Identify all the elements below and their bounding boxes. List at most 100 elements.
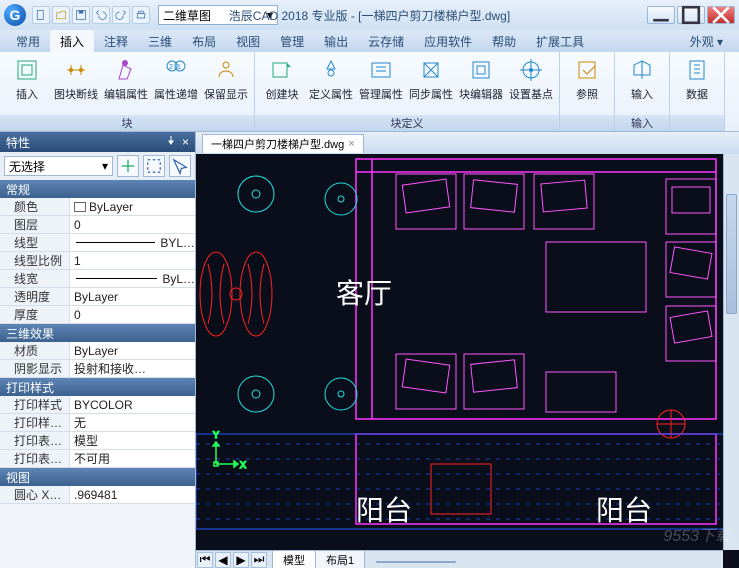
menu-tab-布局[interactable]: 布局 [182, 30, 226, 52]
props-section-常规[interactable]: 常规 [0, 180, 195, 198]
menu-tab-注释[interactable]: 注释 [94, 30, 138, 52]
ribbon-属性递增[interactable]: 21属性递增 [154, 56, 198, 102]
select-objects-icon[interactable] [143, 155, 165, 177]
app-icon[interactable]: G [4, 4, 26, 26]
document-tab[interactable]: 一梯四户剪刀楼梯户型.dwg × [202, 134, 364, 153]
ribbon: 插入图块断线编辑属性21属性递增保留显示块创建块定义属性管理属性同步属性块编辑器… [0, 52, 739, 132]
prop-row[interactable]: 打印表…模型 [0, 432, 195, 450]
prop-value[interactable]: .969481 [70, 486, 195, 503]
prop-key: 打印表… [0, 450, 70, 467]
properties-title: 特性 [6, 134, 30, 151]
scrollbar-thumb[interactable] [376, 561, 456, 563]
ribbon-icon [62, 56, 90, 84]
prop-value[interactable]: 0 [70, 216, 195, 233]
prop-row[interactable]: 阴影显示投射和接收… [0, 360, 195, 378]
menu-tab-外观[interactable]: 外观 ▾ [680, 30, 733, 52]
props-section-视图[interactable]: 视图 [0, 468, 195, 486]
prop-row[interactable]: 厚度0 [0, 306, 195, 324]
prop-row[interactable]: 打印样式BYCOLOR [0, 396, 195, 414]
scroll-first-icon[interactable]: ⏮ [197, 552, 213, 568]
toggle-pickadd-icon[interactable] [117, 155, 139, 177]
prop-row[interactable]: 材质ByLayer [0, 342, 195, 360]
ribbon-管理属性[interactable]: 管理属性 [359, 56, 403, 102]
ribbon-插入[interactable]: 插入 [6, 56, 48, 102]
props-section-三维效果[interactable]: 三维效果 [0, 324, 195, 342]
prop-row[interactable]: 颜色ByLayer [0, 198, 195, 216]
menu-tab-常用[interactable]: 常用 [6, 30, 50, 52]
prop-row[interactable]: 透明度ByLayer [0, 288, 195, 306]
panel-close-icon[interactable]: × [182, 135, 189, 149]
ribbon-保留显示[interactable]: 保留显示 [204, 56, 248, 102]
ribbon-icon [467, 56, 495, 84]
prop-value[interactable]: 1 [70, 252, 195, 269]
qat-undo-icon[interactable] [92, 6, 110, 24]
scroll-left-icon[interactable]: ◀ [215, 552, 231, 568]
ribbon-group-label: 块 [0, 115, 254, 131]
horizontal-scrollbar[interactable]: ⏮ ◀ ▶ ⏭ 模型布局1 [196, 550, 723, 568]
tab-close-icon[interactable]: × [348, 138, 354, 150]
ribbon-icon [112, 56, 140, 84]
maximize-button[interactable] [677, 6, 705, 24]
ribbon-块编辑器[interactable]: 块编辑器 [459, 56, 503, 102]
prop-value[interactable]: BYL… [70, 234, 195, 251]
prop-key: 图层 [0, 216, 70, 233]
prop-value[interactable]: ByLayer [70, 288, 195, 305]
selection-filter-select[interactable]: 无选择▾ [4, 156, 113, 176]
quick-select-icon[interactable] [169, 155, 191, 177]
qat-print-icon[interactable] [132, 6, 150, 24]
prop-value[interactable]: 模型 [70, 432, 195, 449]
ribbon-参照[interactable]: 参照 [566, 56, 608, 102]
prop-row[interactable]: 线型比例1 [0, 252, 195, 270]
menu-tab-帮助[interactable]: 帮助 [482, 30, 526, 52]
ribbon-icon [212, 56, 240, 84]
layout-tab-布局1[interactable]: 布局1 [315, 550, 365, 568]
minimize-button[interactable] [647, 6, 675, 24]
props-section-打印样式[interactable]: 打印样式 [0, 378, 195, 396]
menu-tab-云存储[interactable]: 云存储 [358, 30, 414, 52]
svg-text:2: 2 [169, 64, 173, 71]
scroll-right-icon[interactable]: ▶ [233, 552, 249, 568]
ribbon-同步属性[interactable]: 同步属性 [409, 56, 453, 102]
ribbon-icon [317, 56, 345, 84]
prop-row[interactable]: 打印样…无 [0, 414, 195, 432]
model-layout-tabs: 模型布局1 [272, 551, 364, 568]
drawing-viewport[interactable]: X Y 客厅 阳台 阳台 ⏮ ◀ ▶ ⏭ 模型布局1 9553下载 [196, 154, 739, 568]
menu-tab-扩展工具[interactable]: 扩展工具 [526, 30, 594, 52]
ribbon-定义属性[interactable]: 定义属性 [309, 56, 353, 102]
scroll-last-icon[interactable]: ⏭ [251, 552, 267, 568]
menu-tab-插入[interactable]: 插入 [50, 30, 94, 52]
qat-redo-icon[interactable] [112, 6, 130, 24]
prop-row[interactable]: 打印表…不可用 [0, 450, 195, 468]
prop-value[interactable]: ByLayer [70, 198, 195, 215]
ribbon-输入[interactable]: 输入 [621, 56, 663, 102]
layout-tab-模型[interactable]: 模型 [272, 550, 316, 568]
prop-value[interactable]: ByLayer [70, 342, 195, 359]
qat-open-icon[interactable] [52, 6, 70, 24]
ribbon-图块断线[interactable]: 图块断线 [54, 56, 98, 102]
prop-value[interactable]: 投射和接收… [70, 360, 195, 377]
prop-value[interactable]: 无 [70, 414, 195, 431]
prop-row[interactable]: 线型BYL… [0, 234, 195, 252]
prop-value[interactable]: 不可用 [70, 450, 195, 467]
menu-tab-输出[interactable]: 输出 [314, 30, 358, 52]
pin-icon[interactable] [166, 135, 176, 145]
menu-tab-三维[interactable]: 三维 [138, 30, 182, 52]
prop-row[interactable]: 圆心 X….969481 [0, 486, 195, 504]
vertical-scrollbar[interactable] [723, 154, 739, 550]
prop-row[interactable]: 图层0 [0, 216, 195, 234]
ribbon-创建块[interactable]: 创建块 [261, 56, 303, 102]
prop-value[interactable]: 0 [70, 306, 195, 323]
ribbon-编辑属性[interactable]: 编辑属性 [104, 56, 148, 102]
prop-row[interactable]: 线宽ByL… [0, 270, 195, 288]
close-button[interactable] [707, 6, 735, 24]
menu-tab-管理[interactable]: 管理 [270, 30, 314, 52]
menu-tab-视图[interactable]: 视图 [226, 30, 270, 52]
menu-tab-应用软件[interactable]: 应用软件 [414, 30, 482, 52]
prop-value[interactable]: ByL… [70, 270, 195, 287]
qat-save-icon[interactable] [72, 6, 90, 24]
ribbon-设置基点[interactable]: 设置基点 [509, 56, 553, 102]
prop-value[interactable]: BYCOLOR [70, 396, 195, 413]
scrollbar-thumb[interactable] [726, 194, 737, 314]
ribbon-数据[interactable]: 数据 [676, 56, 718, 102]
qat-new-icon[interactable] [32, 6, 50, 24]
